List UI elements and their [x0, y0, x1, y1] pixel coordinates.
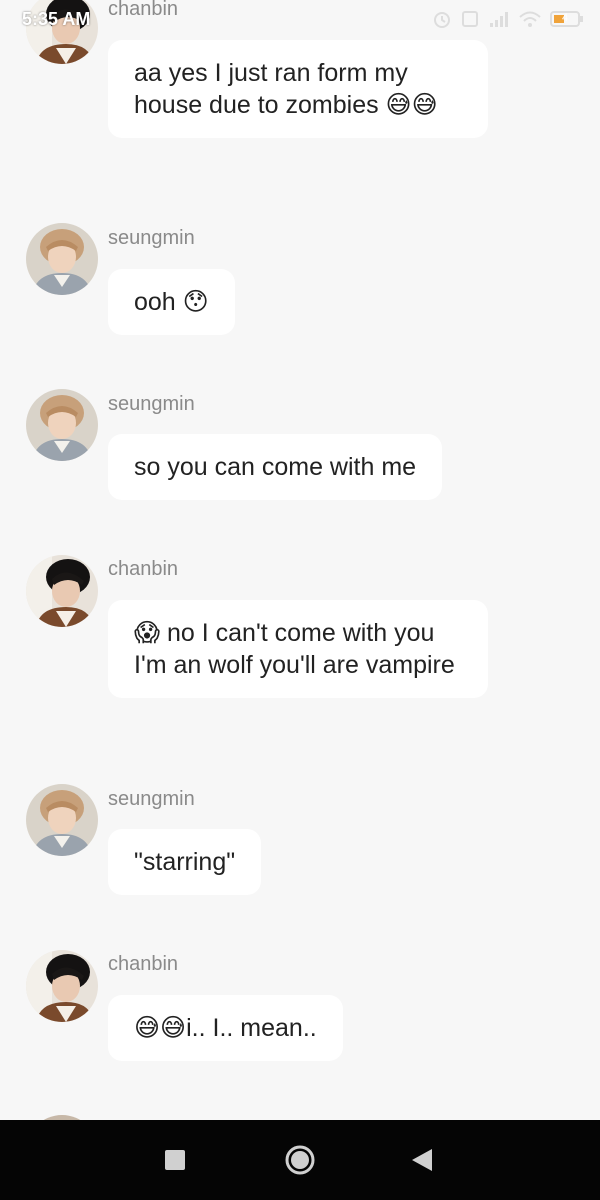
avatar-chanbin[interactable] [26, 950, 98, 1022]
message-bubble[interactable]: so you can come with me [108, 434, 443, 500]
battery-icon: 4 [550, 11, 584, 27]
sender-name: chanbin [108, 0, 179, 20]
status-time: 5:35 AM [22, 9, 91, 29]
avatar-seungmin-image [26, 389, 98, 461]
chat-screen: chanbin 5:35 AM 4 aa yes I just ran form… [0, 0, 600, 1200]
sender-name: seungmin [108, 788, 195, 810]
screen-icon [462, 11, 478, 27]
message-text: ooh 😯 [134, 288, 209, 316]
sender-name: chanbin [108, 953, 179, 975]
sender-name: seungmin [108, 227, 195, 249]
sender-name: chanbin [108, 558, 179, 580]
message-text: "starring" [134, 848, 236, 876]
message-bubble[interactable]: 😱 no I can't come with you I'm an wolf y… [108, 600, 488, 698]
status-icons: 4 [432, 9, 584, 29]
back-triangle-icon [412, 1149, 432, 1171]
message-bubble[interactable]: ooh 😯 [108, 269, 235, 335]
avatar-seungmin-image [26, 784, 98, 856]
message-text: so you can come with me [134, 453, 417, 481]
message-text: 😱 no I can't come with you I'm an wolf y… [134, 619, 455, 679]
message-bubble[interactable]: 😅😅i.. I.. mean.. [108, 995, 343, 1061]
avatar-chanbin-image [26, 555, 98, 627]
message-bubble[interactable]: aa yes I just ran form my house due to z… [108, 40, 488, 138]
home-button[interactable] [280, 1140, 320, 1180]
system-nav-bar [0, 1120, 600, 1200]
back-button[interactable] [402, 1140, 442, 1180]
recents-button[interactable] [155, 1140, 195, 1180]
recents-square-icon [165, 1150, 185, 1170]
avatar-chanbin-image [26, 950, 98, 1022]
signal-icon [490, 12, 508, 27]
message-text: aa yes I just ran form my house due to z… [134, 59, 438, 119]
wifi-icon [519, 11, 541, 27]
sender-name: seungmin [108, 393, 195, 415]
avatar-seungmin-image [26, 223, 98, 295]
alarm-icon [434, 12, 450, 28]
message-bubble[interactable]: "starring" [108, 829, 262, 895]
message-text: 😅😅i.. I.. mean.. [134, 1014, 317, 1042]
battery-level: 4 [561, 12, 569, 24]
avatar-seungmin[interactable] [26, 389, 98, 461]
avatar-seungmin[interactable] [26, 223, 98, 295]
home-circle-icon [285, 1145, 315, 1175]
avatar-chanbin[interactable] [26, 555, 98, 627]
avatar-seungmin[interactable] [26, 784, 98, 856]
